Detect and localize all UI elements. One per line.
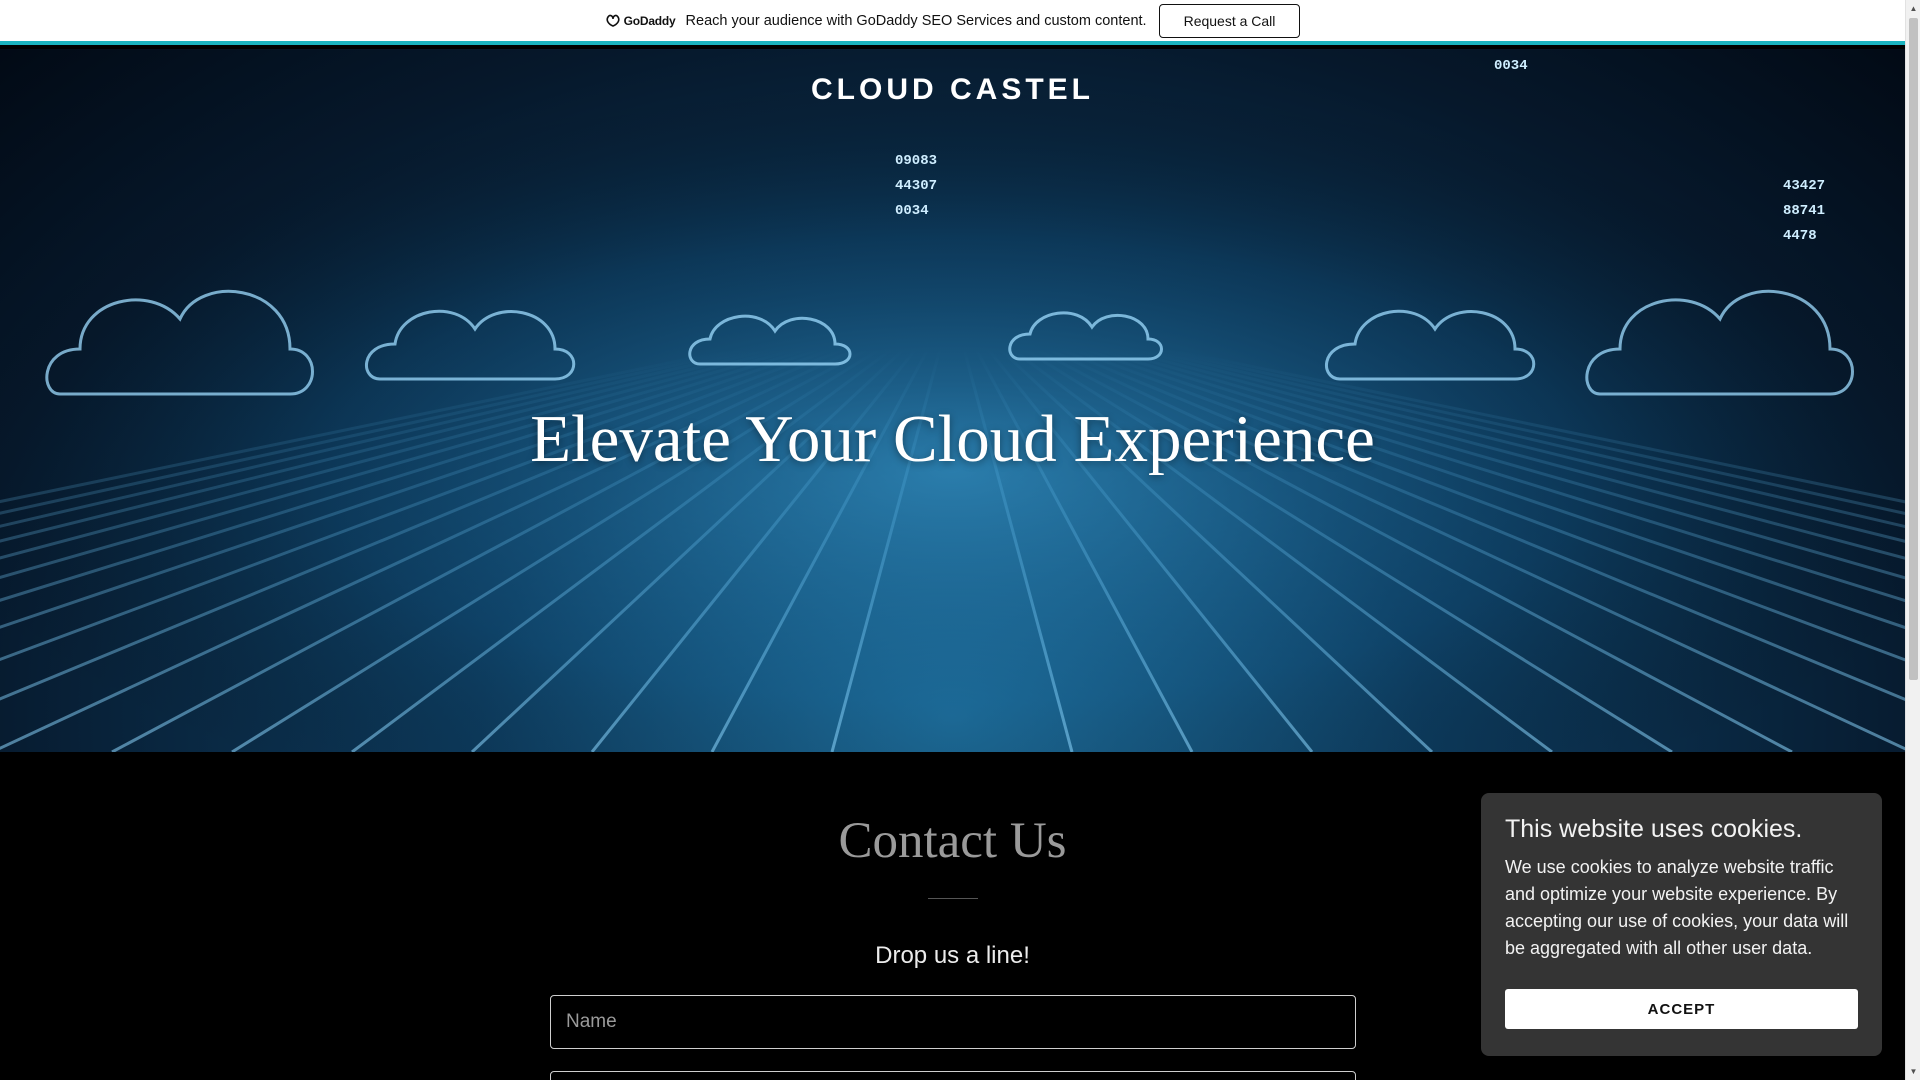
brand-name[interactable]: CLOUD CASTEL xyxy=(0,73,1905,107)
hud-number: 4478 xyxy=(1783,228,1817,244)
cookie-title: This website uses cookies. xyxy=(1505,815,1803,843)
godaddy-logo-text: GoDaddy xyxy=(623,13,676,28)
cookie-banner: This website uses cookies. We use cookie… xyxy=(1481,793,1882,1056)
hero-heading: Elevate Your Cloud Experience xyxy=(530,402,1375,476)
hud-number: 88741 xyxy=(1783,203,1825,219)
hero-section: 09083 44307 0034 43427 88741 4478 0034 C… xyxy=(0,49,1905,752)
scrollbar-thumb[interactable] xyxy=(1909,18,1918,680)
name-field[interactable] xyxy=(550,995,1356,1049)
scroll-down-icon[interactable]: ▼ xyxy=(1906,1063,1920,1080)
hud-number: 0034 xyxy=(1494,58,1528,74)
promo-message: Reach your audience with GoDaddy SEO Ser… xyxy=(685,12,1147,29)
promo-bar: GoDaddy Reach your audience with GoDaddy… xyxy=(0,0,1905,45)
accept-cookies-button[interactable]: ACCEPT xyxy=(1505,989,1858,1029)
hud-number: 43427 xyxy=(1783,178,1825,194)
hud-number: 44307 xyxy=(895,178,937,194)
section-divider xyxy=(928,898,978,899)
scroll-up-icon[interactable]: ▲ xyxy=(1906,0,1920,17)
hud-number: 09083 xyxy=(895,153,937,169)
vertical-scrollbar[interactable]: ▲ ▼ xyxy=(1905,0,1920,1080)
godaddy-icon xyxy=(606,14,620,27)
request-call-button[interactable]: Request a Call xyxy=(1158,3,1301,38)
email-field[interactable] xyxy=(550,1071,1356,1080)
cookie-text: We use cookies to analyze website traffi… xyxy=(1505,857,1849,958)
godaddy-logo[interactable]: GoDaddy xyxy=(605,14,676,28)
hud-number: 0034 xyxy=(895,203,929,219)
